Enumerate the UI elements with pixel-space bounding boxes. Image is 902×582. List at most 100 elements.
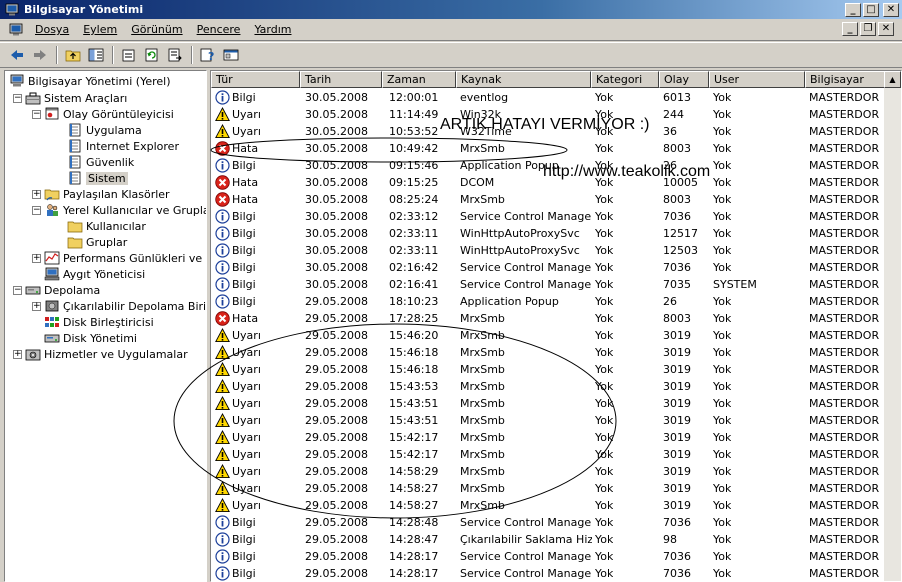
mdi-minimize-button[interactable]: _: [842, 22, 858, 36]
cell-date: 29.05.2008: [305, 380, 368, 393]
help-button[interactable]: ?: [197, 44, 219, 66]
back-button[interactable]: [6, 44, 28, 66]
table-row[interactable]: Uyarı 29.05.2008 15:43:51 MrxSmb Yok 3019 Yok M…: [211, 395, 883, 412]
tree-item-shared-folders[interactable]: + Paylaşılan Klasörler: [32, 186, 170, 202]
close-button[interactable]: ✕: [883, 2, 899, 17]
menu-pencere[interactable]: Pencere: [190, 21, 248, 38]
export-button[interactable]: [164, 44, 186, 66]
event-type-label: Uyarı: [232, 346, 261, 359]
tree-item-security-log[interactable]: Güvenlik: [67, 154, 134, 170]
table-row[interactable]: Bilgi 29.05.2008 14:28:47 Çıkarılabilir Sak…: [211, 531, 883, 548]
table-row[interactable]: Uyarı 29.05.2008 14:58:27 MrxSmb Yok 3019 Yok M…: [211, 480, 883, 497]
mdi-restore-button[interactable]: ❐: [860, 22, 876, 36]
mdi-close-button[interactable]: ✕: [878, 22, 894, 36]
table-row[interactable]: Bilgi 30.05.2008 12:00:01 eventlog Yok 6013 Yo…: [211, 89, 883, 106]
table-row[interactable]: Uyarı 29.05.2008 15:43:51 MrxSmb Yok 3019 Yok M…: [211, 412, 883, 429]
expand-icon[interactable]: +: [32, 301, 41, 311]
table-row[interactable]: Uyarı 29.05.2008 15:43:53 MrxSmb Yok 3019 Yok M…: [211, 378, 883, 395]
show-tree-button[interactable]: [85, 44, 107, 66]
cell-type: Bilgi: [215, 548, 256, 565]
event-viewer-icon: [45, 107, 59, 120]
cell-source: WinHttpAutoProxySvc: [460, 244, 580, 257]
table-row[interactable]: Bilgi 30.05.2008 02:33:11 WinHttpAutoProxyS…: [211, 242, 883, 259]
tree-item-system-tools[interactable]: − Sistem Araçları: [13, 90, 127, 106]
table-row[interactable]: Hata 30.05.2008 10:49:42 MrxSmb Yok 8003 Yok MA…: [211, 140, 883, 157]
menu-eylem[interactable]: Eylem: [76, 21, 124, 38]
tree-item-computer-management[interactable]: Bilgisayar Yönetimi (Yerel): [9, 73, 171, 89]
table-row[interactable]: Bilgi 30.05.2008 02:33:11 WinHttpAutoProxyS…: [211, 225, 883, 242]
title-bar[interactable]: Bilgisayar Yönetimi _ □ ✕: [0, 0, 902, 19]
menu-yardim[interactable]: Yardım: [247, 21, 298, 38]
table-row[interactable]: Bilgi 29.05.2008 18:10:23 Application Popup…: [211, 293, 883, 310]
tree-item-removable-storage[interactable]: + Çıkarılabilir Depolama Birimi: [32, 298, 206, 314]
table-row[interactable]: Bilgi 29.05.2008 14:28:48 Service Control M…: [211, 514, 883, 531]
properties-button[interactable]: [118, 44, 140, 66]
collapse-icon[interactable]: −: [32, 109, 41, 119]
table-row[interactable]: Uyarı 29.05.2008 15:42:17 MrxSmb Yok 3019 Yok M…: [211, 446, 883, 463]
table-row[interactable]: Uyarı 29.05.2008 15:46:18 MrxSmb Yok 3019 Yok M…: [211, 361, 883, 378]
menu-dosya-label: Dosya: [35, 23, 70, 36]
table-row[interactable]: Uyarı 29.05.2008 15:46:18 MrxSmb Yok 3019 Yok M…: [211, 344, 883, 361]
tree-item-event-viewer[interactable]: − Olay Görüntüleyicisi: [32, 106, 174, 122]
table-row[interactable]: Bilgi 30.05.2008 02:16:42 Service Control M…: [211, 259, 883, 276]
table-row[interactable]: Bilgi 29.05.2008 14:28:17 Service Control M…: [211, 565, 883, 581]
collapse-icon[interactable]: −: [32, 205, 41, 215]
tree-item-performance-logs[interactable]: + Performans Günlükleri ve Uy: [32, 250, 206, 266]
cell-time: 18:10:23: [389, 295, 439, 308]
column-header-source[interactable]: Kaynak: [456, 71, 591, 88]
cell-computer: MASTERDOR: [809, 244, 880, 257]
tree-item-storage[interactable]: − Depolama: [13, 282, 100, 298]
forward-button[interactable]: [29, 44, 51, 66]
tree-item-groups[interactable]: Gruplar: [67, 234, 127, 250]
tree-item-system-log[interactable]: Sistem: [67, 170, 128, 186]
cell-computer: MASTERDOR: [809, 465, 880, 478]
expand-icon[interactable]: +: [13, 349, 22, 359]
cell-time: 09:15:25: [389, 176, 439, 189]
warning-icon: [215, 124, 230, 139]
tree-item-internet-explorer-log[interactable]: Internet Explorer: [67, 138, 179, 154]
column-header-user[interactable]: User: [709, 71, 805, 88]
table-row[interactable]: Bilgi 30.05.2008 02:16:41 Service Control M…: [211, 276, 883, 293]
expand-icon[interactable]: +: [32, 253, 41, 263]
cell-date: 29.05.2008: [305, 499, 368, 512]
tree-item-device-manager[interactable]: Aygıt Yöneticisi: [44, 266, 145, 282]
collapse-icon[interactable]: −: [13, 93, 22, 103]
tree-item-local-users-groups[interactable]: − Yerel Kullanıcılar ve Gruplar: [32, 202, 206, 218]
console-window-icon[interactable]: [8, 22, 24, 38]
table-row[interactable]: Bilgi 30.05.2008 02:33:12 Service Control M…: [211, 208, 883, 225]
cell-user: Yok: [713, 312, 732, 325]
table-row[interactable]: Uyarı 29.05.2008 15:42:17 MrxSmb Yok 3019 Yok M…: [211, 429, 883, 446]
cell-time: 02:16:42: [389, 261, 439, 274]
column-header-category[interactable]: Kategori: [591, 71, 659, 88]
table-row[interactable]: Uyarı 29.05.2008 14:58:29 MrxSmb Yok 3019 Yok M…: [211, 463, 883, 480]
cell-type: Bilgi: [215, 514, 256, 531]
cell-date: 29.05.2008: [305, 295, 368, 308]
console-button[interactable]: [220, 44, 242, 66]
tree-item-disk-management[interactable]: Disk Yönetimi: [44, 330, 137, 346]
refresh-button[interactable]: [141, 44, 163, 66]
column-header-time[interactable]: Zaman: [382, 71, 456, 88]
table-row[interactable]: Uyarı 29.05.2008 14:58:27 MrxSmb Yok 3019 Yok M…: [211, 497, 883, 514]
column-header-date[interactable]: Tarih: [300, 71, 382, 88]
maximize-button[interactable]: □: [863, 2, 879, 17]
up-folder-button[interactable]: [62, 44, 84, 66]
minimize-button[interactable]: _: [845, 2, 861, 17]
table-row[interactable]: Hata 30.05.2008 08:25:24 MrxSmb Yok 8003 Yok MA…: [211, 191, 883, 208]
column-header-event[interactable]: Olay: [659, 71, 709, 88]
tree-item-users[interactable]: Kullanıcılar: [67, 218, 146, 234]
scroll-up-icon[interactable]: ▲: [884, 71, 901, 88]
cell-event: 244: [663, 108, 684, 121]
table-row[interactable]: Hata 29.05.2008 17:28:25 MrxSmb Yok 8003 Yok MA…: [211, 310, 883, 327]
column-header-type[interactable]: Tür: [211, 71, 300, 88]
expand-icon[interactable]: +: [32, 189, 41, 199]
column-header-computer[interactable]: Bilgisayar: [805, 71, 885, 88]
tree-item-services-applications[interactable]: + Hizmetler ve Uygulamalar: [13, 346, 188, 362]
tree-item-disk-defragmenter[interactable]: Disk Birleştiricisi: [44, 314, 154, 330]
collapse-icon[interactable]: −: [13, 285, 22, 295]
table-row[interactable]: Bilgi 29.05.2008 14:28:17 Service Control M…: [211, 548, 883, 565]
menu-dosya[interactable]: Dosya: [28, 21, 76, 38]
tree-item-application-log[interactable]: Uygulama: [67, 122, 142, 138]
menu-gorunum[interactable]: Görünüm: [124, 21, 189, 38]
table-row[interactable]: Uyarı 29.05.2008 15:46:20 MrxSmb Yok 3019 Yok M…: [211, 327, 883, 344]
vertical-scrollbar[interactable]: ▲: [884, 71, 901, 581]
